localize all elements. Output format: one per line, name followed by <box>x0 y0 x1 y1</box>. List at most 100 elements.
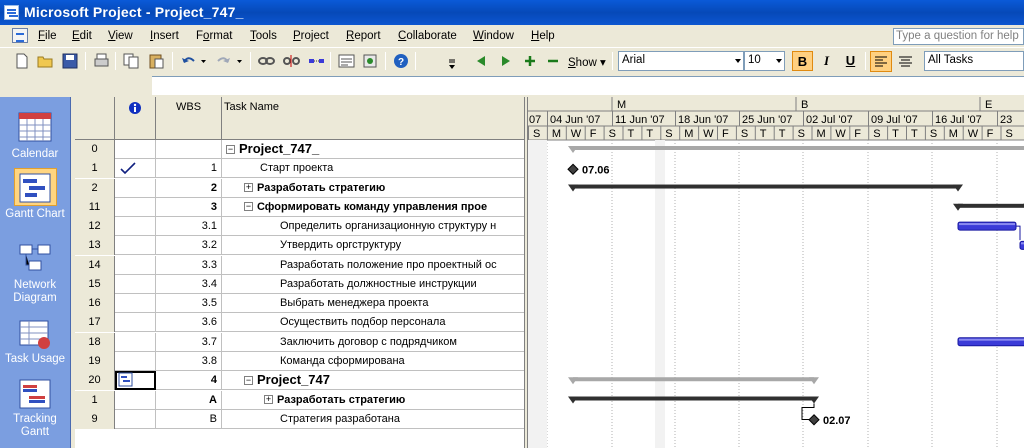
font-size-select[interactable]: 10 <box>744 51 785 71</box>
row-id-cell[interactable]: 2 <box>75 179 115 198</box>
redo-dropdown-icon[interactable] <box>236 53 244 69</box>
show-outline-button[interactable]: Show ▾ <box>568 55 606 69</box>
view-tracking-gantt-label[interactable]: Tracking Gantt <box>0 413 70 439</box>
menu-file[interactable]: File <box>38 30 57 42</box>
task-info-icon[interactable] <box>338 53 355 69</box>
row-id-cell[interactable]: 9 <box>75 410 115 429</box>
view-network-diagram-label[interactable]: Network Diagram <box>0 279 70 305</box>
task-name-cell[interactable]: Определить организационную структуру н <box>222 217 524 236</box>
task-name-cell[interactable]: − Сформировать команду управления прое <box>222 198 524 217</box>
table-row[interactable]: 15 3.4 Разработать должностные инструкции <box>75 275 524 294</box>
filter-select[interactable]: All Tasks <box>924 51 1024 71</box>
view-calendar-label[interactable]: Calendar <box>0 148 70 161</box>
project-app-icon[interactable] <box>4 5 19 20</box>
table-row[interactable]: 9 B Стратегия разработана <box>75 410 524 429</box>
row-id-cell[interactable]: 1 <box>75 391 115 410</box>
menu-collaborate[interactable]: Collaborate <box>398 30 457 42</box>
menu-help[interactable]: Help <box>531 30 555 42</box>
wbs-cell[interactable]: 2 <box>156 179 222 198</box>
collapse-toggle-icon[interactable]: − <box>244 375 253 385</box>
wbs-cell[interactable]: 3.8 <box>156 352 222 371</box>
table-row[interactable]: 16 3.5 Выбрать менеджера проекта <box>75 294 524 313</box>
table-row[interactable]: 1 1 Старт проекта <box>75 159 524 178</box>
menu-project[interactable]: Project <box>293 30 329 42</box>
indicators-column-header[interactable] <box>115 97 156 140</box>
wbs-cell[interactable]: 1 <box>156 159 222 178</box>
copy-icon[interactable] <box>123 53 140 69</box>
menu-insert[interactable]: Insert <box>150 30 179 42</box>
redo-icon[interactable] <box>216 53 233 69</box>
select-all-corner[interactable] <box>75 97 115 140</box>
task-name-cell[interactable]: Заключить договор с подрядчиком <box>222 333 524 352</box>
scroll-right-icon[interactable] <box>498 53 515 69</box>
menu-edit[interactable]: Edit <box>72 30 92 42</box>
calendar-icon[interactable] <box>17 111 53 143</box>
row-id-cell[interactable]: 20 <box>75 371 115 390</box>
font-name-select[interactable]: Arial <box>618 51 744 71</box>
paste-icon[interactable] <box>148 53 165 69</box>
gantt-chart-icon[interactable] <box>17 172 53 204</box>
wbs-cell[interactable]: 3.3 <box>156 256 222 275</box>
align-left-icon[interactable] <box>870 51 892 72</box>
indent-plus-icon[interactable] <box>522 53 539 69</box>
row-id-cell[interactable]: 12 <box>75 217 115 236</box>
network-diagram-icon[interactable] <box>17 242 53 274</box>
menu-window[interactable]: Window <box>473 30 514 42</box>
align-center-icon[interactable] <box>897 53 914 69</box>
row-id-cell[interactable]: 16 <box>75 294 115 313</box>
table-row[interactable]: 19 3.8 Команда сформирована <box>75 352 524 371</box>
row-id-cell[interactable]: 0 <box>75 140 115 159</box>
row-id-cell[interactable]: 14 <box>75 256 115 275</box>
underline-button[interactable]: U <box>840 51 861 71</box>
wbs-cell[interactable]: B <box>156 410 222 429</box>
expand-toggle-icon[interactable]: + <box>264 394 273 404</box>
view-gantt-chart-label[interactable]: Gantt Chart <box>0 208 70 221</box>
task-name-column-header[interactable]: Task Name <box>222 97 524 140</box>
wbs-cell[interactable]: 3.5 <box>156 294 222 313</box>
split-task-icon[interactable] <box>308 53 325 69</box>
menu-report[interactable]: Report <box>346 30 381 42</box>
task-name-cell[interactable]: − Project_747_ <box>222 140 524 159</box>
collapse-toggle-icon[interactable]: − <box>226 144 235 154</box>
table-row[interactable]: 13 3.2 Утвердить оргструктуру <box>75 236 524 255</box>
table-row[interactable]: 1 A + Разработать стратегию <box>75 391 524 410</box>
row-id-cell[interactable]: 11 <box>75 198 115 217</box>
task-name-cell[interactable]: + Разработать стратегию <box>222 391 524 410</box>
task-usage-icon[interactable] <box>17 319 53 351</box>
table-row[interactable]: 11 3− Сформировать команду управления прое <box>75 198 524 217</box>
menu-tools[interactable]: Tools <box>250 30 277 42</box>
indent-minus-icon[interactable] <box>545 53 562 69</box>
row-id-cell[interactable]: 13 <box>75 236 115 255</box>
help-search-input[interactable]: Type a question for help <box>893 28 1024 45</box>
row-id-cell[interactable]: 18 <box>75 333 115 352</box>
task-name-cell[interactable]: − Project_747 <box>222 371 524 390</box>
task-name-cell[interactable]: Выбрать менеджера проекта <box>222 294 524 313</box>
new-icon[interactable] <box>14 53 31 69</box>
task-name-cell[interactable]: Разработать положение про проектный ос <box>222 256 524 275</box>
link-tasks-icon[interactable] <box>258 53 275 69</box>
wbs-cell[interactable]: 3.2 <box>156 236 222 255</box>
wbs-column-header[interactable]: WBS <box>156 97 222 140</box>
task-name-cell[interactable]: Осуществить подбор персонала <box>222 313 524 332</box>
task-name-cell[interactable]: Стратегия разработана <box>222 410 524 429</box>
table-row[interactable]: 0 − Project_747_ <box>75 140 524 159</box>
help-icon[interactable]: ? <box>393 53 410 69</box>
wbs-cell[interactable] <box>156 140 222 159</box>
scroll-left-icon[interactable] <box>473 53 490 69</box>
print-icon[interactable] <box>93 53 110 69</box>
table-row[interactable]: 14 3.3 Разработать положение про проектный… <box>75 256 524 275</box>
task-notes-icon[interactable] <box>362 53 379 69</box>
entry-field[interactable] <box>152 76 1024 95</box>
task-name-cell[interactable]: + Разработать стратегию <box>222 179 524 198</box>
task-name-cell[interactable]: Утвердить оргструктуру <box>222 236 524 255</box>
bold-button[interactable]: B <box>792 51 813 71</box>
save-icon[interactable] <box>62 53 79 69</box>
document-menu-icon[interactable] <box>12 28 28 43</box>
row-id-cell[interactable]: 17 <box>75 313 115 332</box>
undo-dropdown-icon[interactable] <box>200 53 208 69</box>
italic-button[interactable]: I <box>816 51 837 71</box>
table-row[interactable]: 12 3.1 Определить организационную структур… <box>75 217 524 236</box>
open-icon[interactable] <box>37 53 54 69</box>
wbs-cell[interactable]: 3.1 <box>156 217 222 236</box>
task-name-cell[interactable]: Команда сформирована <box>222 352 524 371</box>
